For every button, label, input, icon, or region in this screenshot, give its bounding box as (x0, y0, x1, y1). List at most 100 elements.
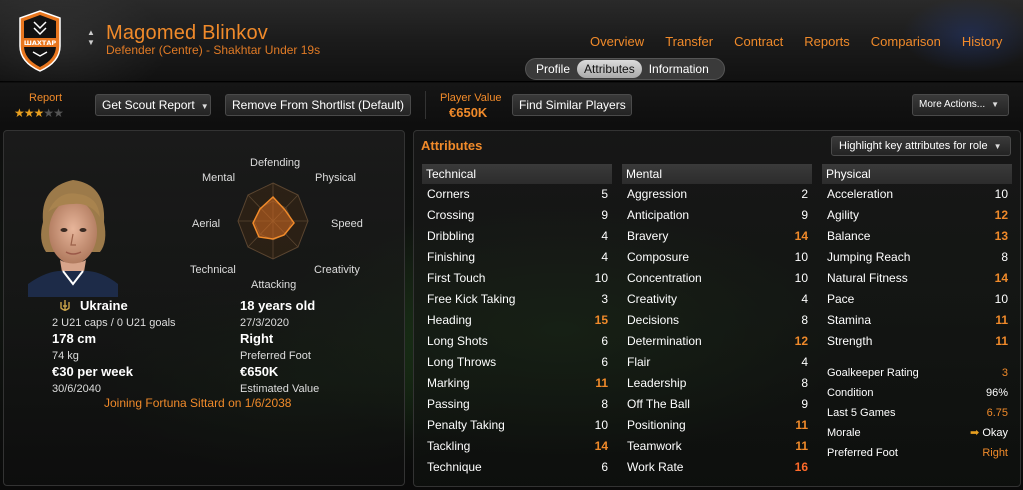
attribute-row-technique[interactable]: Technique 6 (422, 457, 612, 478)
dropdown-caret-icon: ▼ (993, 142, 1002, 151)
attribute-value: 4 (601, 229, 608, 243)
attribute-value: 14 (794, 229, 808, 243)
star-empty-icon: ★ (43, 106, 54, 120)
tab-information[interactable]: Information (642, 60, 716, 78)
player-nav-arrows[interactable]: ▲ ▼ (86, 28, 96, 50)
report-star-rating[interactable]: ★★★★★ (14, 106, 64, 120)
attribute-name: Aggression (627, 187, 688, 201)
attribute-value: 10 (994, 187, 1008, 201)
attribute-row-off-the-ball[interactable]: Off The Ball 9 (622, 394, 812, 415)
attribute-row-natural-fitness[interactable]: Natural Fitness 14 (822, 268, 1012, 289)
attribute-row-heading[interactable]: Heading 15 (422, 310, 612, 331)
remove-shortlist-label: Remove From Shortlist (Default) (232, 98, 405, 112)
club-badge-icon[interactable]: ШАХТАР (18, 10, 62, 72)
star-icon: ★ (23, 106, 35, 120)
attribute-name: Stamina (827, 313, 872, 327)
morale-row: Morale ➡ Okay (822, 423, 1012, 443)
attribute-row-leadership[interactable]: Leadership 8 (622, 373, 812, 394)
transfer-joining-note[interactable]: Joining Fortuna Sittard on 1/6/2038 (104, 396, 291, 410)
attribute-row-strength[interactable]: Strength 11 (822, 331, 1012, 352)
last-5-games-label: Last 5 Games (827, 407, 896, 419)
attribute-row-decisions[interactable]: Decisions 8 (622, 310, 812, 331)
tab-profile[interactable]: Profile (529, 60, 577, 78)
more-actions-button[interactable]: More Actions... ▼ (912, 94, 1009, 116)
attribute-row-marking[interactable]: Marking 11 (422, 373, 612, 394)
attribute-name: Teamwork (627, 439, 682, 453)
attribute-name: Concentration (627, 271, 702, 285)
attribute-value: 11 (795, 418, 808, 432)
attribute-value: 4 (601, 250, 608, 264)
nav-reports[interactable]: Reports (804, 34, 850, 50)
nav-overview[interactable]: Overview (590, 34, 644, 50)
attribute-row-composure[interactable]: Composure 10 (622, 247, 812, 268)
attribute-row-penalty-taking[interactable]: Penalty Taking 10 (422, 415, 612, 436)
attribute-row-creativity[interactable]: Creativity 4 (622, 289, 812, 310)
remove-shortlist-button[interactable]: Remove From Shortlist (Default) (225, 94, 411, 116)
attribute-name: Passing (427, 397, 470, 411)
nav-transfer[interactable]: Transfer (665, 34, 713, 50)
tab-attributes[interactable]: Attributes (577, 60, 642, 78)
date-of-birth: 27/3/2020 (240, 317, 289, 329)
chevron-up-icon[interactable]: ▲ (86, 28, 96, 38)
chevron-down-icon[interactable]: ▼ (86, 38, 96, 48)
last-5-games-value: 6.75 (986, 407, 1008, 419)
attribute-row-bravery[interactable]: Bravery 14 (622, 226, 812, 247)
attribute-row-teamwork[interactable]: Teamwork 11 (622, 436, 812, 457)
dropdown-caret-icon[interactable]: ▼ (201, 102, 209, 111)
estimated-value: €650K (240, 364, 279, 379)
attribute-row-first-touch[interactable]: First Touch 10 (422, 268, 612, 289)
attribute-row-free-kick-taking[interactable]: Free Kick Taking 3 (422, 289, 612, 310)
attribute-row-anticipation[interactable]: Anticipation 9 (622, 205, 812, 226)
attribute-value: 9 (601, 208, 608, 222)
attribute-row-stamina[interactable]: Stamina 11 (822, 310, 1012, 331)
attribute-name: Leadership (627, 376, 687, 390)
attribute-row-corners[interactable]: Corners 5 (422, 184, 612, 205)
player-position-club[interactable]: Defender (Centre) - Shakhtar Under 19s (106, 43, 320, 57)
attribute-radar-chart[interactable]: Defending Physical Speed Creativity Atta… (189, 153, 364, 303)
preferred-foot-row: Preferred Foot Right (822, 443, 1012, 463)
attribute-row-jumping-reach[interactable]: Jumping Reach 8 (822, 247, 1012, 268)
attribute-value: 6 (601, 355, 608, 369)
find-similar-label: Find Similar Players (519, 98, 626, 112)
attribute-row-positioning[interactable]: Positioning 11 (622, 415, 812, 436)
get-scout-report-button[interactable]: Get Scout Report ▼ (95, 94, 211, 116)
goalkeeper-rating-value: 3 (1001, 367, 1008, 379)
attribute-value: 14 (994, 271, 1008, 285)
attribute-row-concentration[interactable]: Concentration 10 (622, 268, 812, 289)
attribute-row-crossing[interactable]: Crossing 9 (422, 205, 612, 226)
attribute-row-passing[interactable]: Passing 8 (422, 394, 612, 415)
attribute-row-acceleration[interactable]: Acceleration 10 (822, 184, 1012, 205)
nav-history[interactable]: History (962, 34, 1002, 50)
toolbar-divider (425, 91, 426, 119)
contract-end: 30/6/2040 (52, 383, 101, 395)
attribute-row-work-rate[interactable]: Work Rate 16 (622, 457, 812, 478)
attribute-name: Heading (427, 313, 472, 327)
attribute-row-agility[interactable]: Agility 12 (822, 205, 1012, 226)
nav-comparison[interactable]: Comparison (871, 34, 941, 50)
find-similar-players-button[interactable]: Find Similar Players (512, 94, 632, 116)
highlight-key-attributes-button[interactable]: Highlight key attributes for role ▼ (831, 136, 1011, 156)
attribute-row-pace[interactable]: Pace 10 (822, 289, 1012, 310)
more-actions-label: More Actions... (919, 99, 986, 110)
attribute-name: Composure (627, 250, 690, 264)
nav-contract[interactable]: Contract (734, 34, 783, 50)
attribute-row-balance[interactable]: Balance 13 (822, 226, 1012, 247)
attribute-name: Anticipation (627, 208, 690, 222)
attribute-value: 8 (801, 376, 808, 390)
attribute-row-flair[interactable]: Flair 4 (622, 352, 812, 373)
attribute-row-determination[interactable]: Determination 12 (622, 331, 812, 352)
attribute-row-finishing[interactable]: Finishing 4 (422, 247, 612, 268)
top-navigation: Overview Transfer Contract Reports Compa… (590, 34, 1002, 50)
attribute-row-long-shots[interactable]: Long Shots 6 (422, 331, 612, 352)
attribute-value: 12 (794, 334, 808, 348)
attribute-row-long-throws[interactable]: Long Throws 6 (422, 352, 612, 373)
attribute-row-dribbling[interactable]: Dribbling 4 (422, 226, 612, 247)
nationality[interactable]: Ukraine (80, 298, 128, 313)
attribute-row-aggression[interactable]: Aggression 2 (622, 184, 812, 205)
dropdown-caret-icon: ▼ (991, 100, 1000, 109)
attribute-name: Natural Fitness (827, 271, 908, 285)
attribute-name: Determination (627, 334, 702, 348)
header-bar: ШАХТАР ▲ ▼ Magomed Blinkov Defender (Cen… (0, 0, 1023, 82)
condition-row: Condition 96% (822, 383, 1012, 403)
attribute-row-tackling[interactable]: Tackling 14 (422, 436, 612, 457)
